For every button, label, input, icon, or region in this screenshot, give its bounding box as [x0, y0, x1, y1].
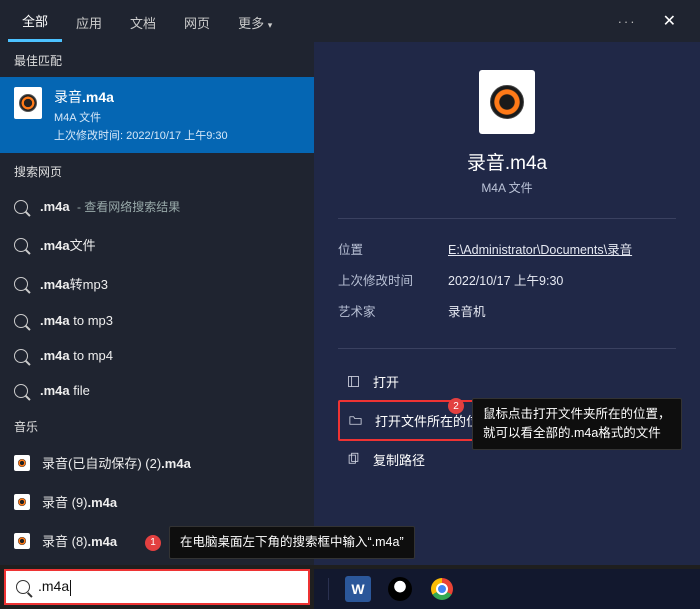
- search-input[interactable]: .m4a: [4, 569, 310, 605]
- web-result-label: .m4a - 查看网络搜索结果: [40, 198, 180, 215]
- divider: [338, 348, 676, 349]
- preview-subtitle: M4A 文件: [338, 179, 676, 196]
- web-result-item[interactable]: .m4a to mp3: [0, 303, 314, 338]
- media-file-icon: [14, 455, 30, 471]
- file-icon: [14, 87, 42, 119]
- web-result-label: .m4a file: [40, 383, 94, 398]
- search-web-header: 搜索网页: [0, 153, 314, 188]
- web-result-label: .m4a文件: [40, 235, 100, 254]
- top-tab-bar: 全部 应用 文档 网页 更多 ▾ ··· ✕: [0, 0, 700, 42]
- taskbar-chrome-icon[interactable]: [429, 576, 455, 602]
- preview-file-icon: [479, 70, 535, 134]
- preview-panel: 录音.m4a M4A 文件 位置E:\Administrator\Documen…: [314, 42, 700, 565]
- tab-web[interactable]: 网页: [170, 2, 224, 41]
- annotation-badge-2: 2: [448, 398, 464, 414]
- copy-icon: [346, 452, 361, 467]
- meta-modified-label: 上次修改时间: [338, 270, 448, 289]
- best-match-item[interactable]: 录音.m4a M4A 文件 上次修改时间: 2022/10/17 上午9:30: [0, 77, 314, 153]
- taskbar-qq-icon[interactable]: [387, 576, 413, 602]
- music-result-label: 录音 (9).m4a: [42, 492, 117, 511]
- search-icon: [14, 238, 28, 252]
- music-result-item[interactable]: 录音 (7).m4a: [0, 560, 314, 565]
- meta-location-label: 位置: [338, 239, 448, 258]
- search-icon: [14, 384, 28, 398]
- preview-title: 录音.m4a: [338, 148, 676, 175]
- media-file-icon: [14, 533, 30, 549]
- more-options-icon[interactable]: ···: [618, 14, 637, 29]
- meta-location-value[interactable]: E:\Administrator\Documents\录音: [448, 239, 632, 258]
- results-panel: 最佳匹配 录音.m4a M4A 文件 上次修改时间: 2022/10/17 上午…: [0, 42, 314, 565]
- tab-all[interactable]: 全部: [8, 0, 62, 42]
- annotation-badge-1: 1: [145, 535, 161, 551]
- search-icon: [14, 277, 28, 291]
- annotation-text-1: 在电脑桌面左下角的搜索框中输入“.m4a”: [169, 526, 415, 559]
- web-result-item[interactable]: .m4a to mp4: [0, 338, 314, 373]
- web-result-item[interactable]: .m4a转mp3: [0, 264, 314, 303]
- music-result-item[interactable]: 录音(已自动保存) (2).m4a: [0, 443, 314, 482]
- search-icon: [14, 200, 28, 214]
- web-result-item[interactable]: .m4a - 查看网络搜索结果: [0, 188, 314, 225]
- web-result-item[interactable]: .m4a文件: [0, 225, 314, 264]
- meta-modified-value: 2022/10/17 上午9:30: [448, 270, 563, 289]
- meta-artist-label: 艺术家: [338, 301, 448, 320]
- divider: [338, 218, 676, 219]
- best-match-header: 最佳匹配: [0, 42, 314, 77]
- music-result-item[interactable]: 录音 (9).m4a: [0, 482, 314, 521]
- meta-artist-value: 录音机: [448, 301, 486, 320]
- music-result-label: 录音(已自动保存) (2).m4a: [42, 453, 191, 472]
- web-result-item[interactable]: .m4a file: [0, 373, 314, 408]
- tab-more[interactable]: 更多 ▾: [224, 2, 286, 41]
- best-match-modified: 上次修改时间: 2022/10/17 上午9:30: [54, 127, 228, 143]
- annotation-1: 1 在电脑桌面左下角的搜索框中输入“.m4a”: [145, 526, 415, 559]
- web-result-label: .m4a转mp3: [40, 274, 112, 293]
- taskbar-word-icon[interactable]: W: [345, 576, 371, 602]
- best-match-subtitle: M4A 文件: [54, 109, 228, 125]
- music-result-label: 录音 (8).m4a: [42, 531, 117, 550]
- search-icon: [16, 580, 30, 594]
- taskbar: W: [314, 569, 700, 609]
- annotation-2: 2 鼠标点击打开文件夹所在的位置，就可以看全部的.m4a格式的文件: [448, 398, 682, 450]
- close-icon[interactable]: ✕: [655, 7, 684, 35]
- best-match-title: 录音.m4a: [54, 87, 228, 107]
- search-icon: [14, 349, 28, 363]
- annotation-text-2: 鼠标点击打开文件夹所在的位置，就可以看全部的.m4a格式的文件: [472, 398, 682, 450]
- tab-apps[interactable]: 应用: [62, 2, 116, 41]
- music-header: 音乐: [0, 408, 314, 443]
- chevron-down-icon: ▾: [268, 20, 273, 30]
- web-result-label: .m4a to mp4: [40, 348, 117, 363]
- tab-docs[interactable]: 文档: [116, 2, 170, 41]
- open-icon: [346, 374, 361, 389]
- folder-icon: [348, 413, 363, 428]
- search-icon: [14, 314, 28, 328]
- action-open[interactable]: 打开: [338, 363, 676, 400]
- web-result-label: .m4a to mp3: [40, 313, 117, 328]
- media-file-icon: [14, 494, 30, 510]
- search-value: .m4a: [38, 578, 71, 595]
